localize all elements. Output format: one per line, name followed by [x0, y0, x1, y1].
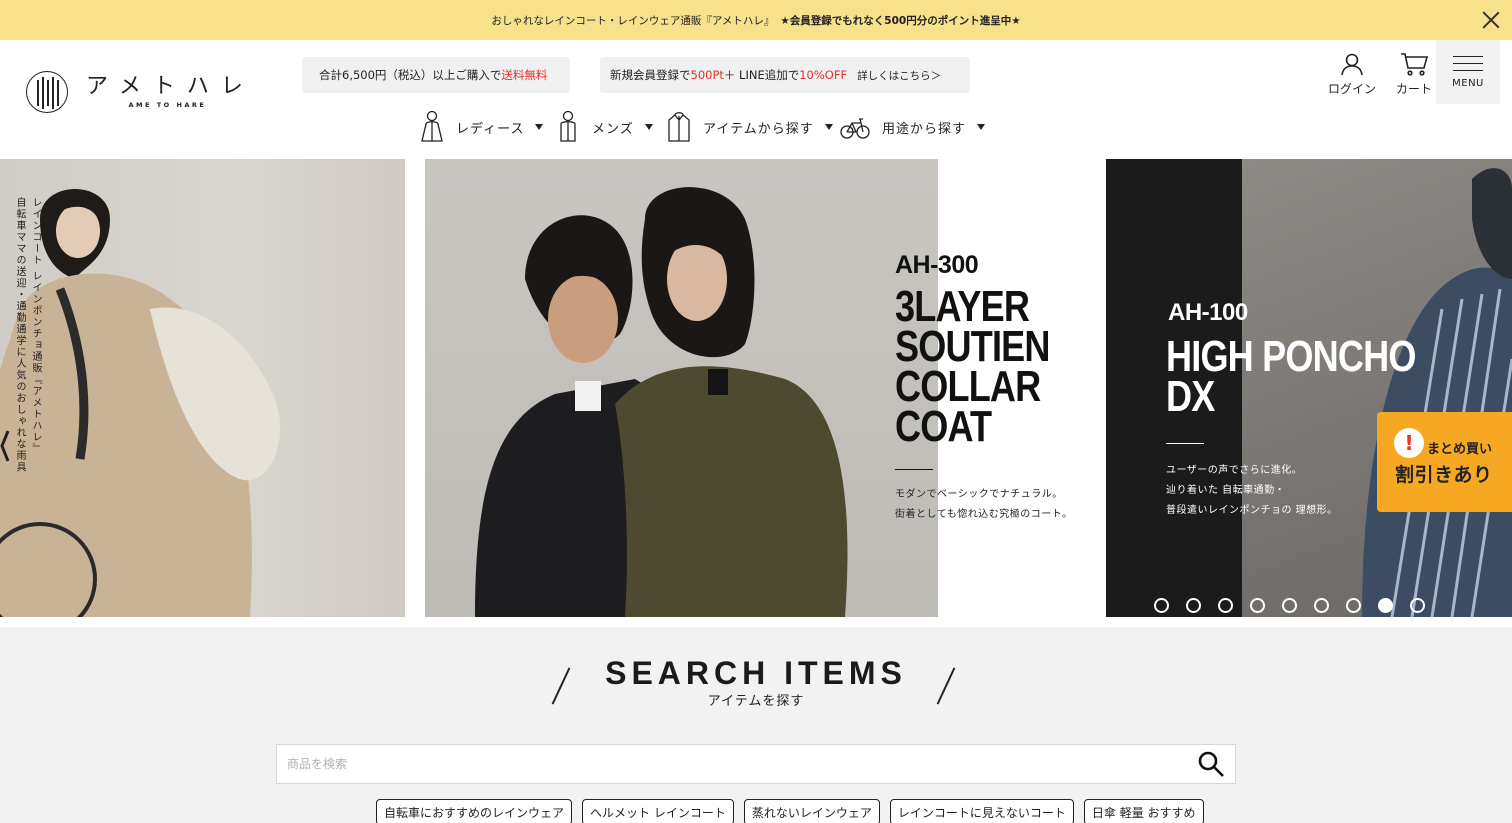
- hero-main-title-line: SOUTIEN: [895, 322, 1050, 371]
- popular-tags: 自転車におすすめのレインウェア ヘルメット レインコート 蒸れないレインウェア …: [376, 799, 1204, 823]
- hero-right-title-line: DX: [1166, 372, 1215, 421]
- logo-en: AME TO HARE: [128, 101, 207, 109]
- nav-mens-label: メンズ: [592, 121, 634, 137]
- bulk-discount-badge[interactable]: ! まとめ買い 割引きあり: [1377, 412, 1512, 512]
- search-icon[interactable]: [1197, 750, 1225, 778]
- member-promo-more-link[interactable]: 詳しくはこちら＞: [857, 68, 941, 83]
- nav-usage[interactable]: 用途から探す: [840, 110, 986, 144]
- hero-main-title-line: 3LAYER: [895, 282, 1030, 331]
- bicycle-icon: [840, 118, 870, 139]
- nav-ladies-label: レディース: [456, 121, 525, 137]
- cart-button[interactable]: カート: [1396, 52, 1432, 97]
- jacket-icon: [668, 112, 690, 142]
- caret-down-icon: [824, 124, 833, 130]
- nav-ladies[interactable]: レディース: [420, 110, 544, 144]
- model-photo-beige: [0, 189, 281, 617]
- hero-main-desc-line: 街着としても惚れ込む究極のコート。: [895, 509, 1073, 520]
- bulk-badge-line1: まとめ買い: [1427, 442, 1493, 457]
- hero-main-code: AH-300: [895, 251, 979, 279]
- member-promo-text-1: 新規会員登録で: [610, 68, 691, 82]
- search-box: [276, 744, 1236, 784]
- site-logo[interactable]: アメトハレ AME TO HARE: [26, 71, 255, 113]
- hero-main-title: 3LAYER SOUTIEN COLLAR COAT: [895, 282, 1050, 451]
- carousel-dot[interactable]: [1410, 598, 1425, 613]
- hero-main-title-line: COAT: [895, 402, 992, 451]
- prev-arrow-icon[interactable]: [0, 429, 10, 463]
- close-icon[interactable]: [1480, 9, 1502, 31]
- hero-right-code: AH-100: [1168, 299, 1248, 326]
- carousel-dot[interactable]: [1250, 598, 1265, 613]
- exclamation-icon: !: [1394, 428, 1424, 458]
- free-shipping-prefix: 合計6,500円（税込）以上ご購入で: [319, 68, 502, 82]
- caret-down-icon: [644, 124, 653, 130]
- hero-carousel[interactable]: レインコート レインポンチョ通販『アメトハレ』 自転車ママの送迎・通勤通学に人気…: [0, 159, 1512, 617]
- cart-label: カート: [1396, 82, 1433, 96]
- search-tag[interactable]: 蒸れないレインウェア: [743, 799, 880, 823]
- hero-main-title-line: COLLAR: [895, 362, 1041, 411]
- hero-right-divider: [1166, 443, 1204, 445]
- search-input[interactable]: [277, 745, 1177, 782]
- free-shipping-highlight: 送料無料: [501, 68, 548, 82]
- caret-down-icon: [535, 124, 544, 130]
- slide-previous[interactable]: レインコート レインポンチョ通販『アメトハレ』 自転車ママの送迎・通勤通学に人気…: [0, 159, 405, 617]
- search-tag[interactable]: ヘルメット レインコート: [582, 799, 734, 823]
- member-promo-discount: 10%OFF: [799, 68, 848, 82]
- search-section-subtitle: アイテムを探す: [707, 694, 805, 709]
- bulk-badge-line2: 割引きあり: [1395, 464, 1493, 486]
- hero-left-copy-2: 自転車ママの送迎・通勤通学に人気のおしゃれな雨具: [14, 197, 25, 473]
- hero-right-desc: ユーザーの声でさらに進化。 辿り着いた 自転車通勤・ 普段遣いレインポンチョの …: [1166, 461, 1338, 521]
- carousel-dot[interactable]: [1186, 598, 1201, 613]
- search-section-title: SEARCH ITEMS: [605, 655, 907, 691]
- announcement-highlight: ★会員登録でもれなく500円分のポイント進呈中★: [780, 14, 1021, 27]
- hero-right-title-line: HIGH PONCHO: [1166, 332, 1416, 381]
- slide-next[interactable]: AH-100 HIGH PONCHO DX ユーザーの声でさらに進化。 辿り着い…: [1106, 159, 1512, 617]
- login-label: ログイン: [1328, 82, 1377, 96]
- member-promo-points: 500Pt: [690, 68, 724, 82]
- menu-label: MENU: [1452, 77, 1484, 89]
- nav-mens[interactable]: メンズ: [556, 110, 653, 144]
- hero-right-desc-line: 辿り着いた 自転車通勤・: [1166, 485, 1286, 496]
- nav-usage-label: 用途から探す: [882, 121, 967, 137]
- hero-left-copy-1: レインコート レインポンチョ通販『アメトハレ』: [30, 197, 41, 455]
- search-tag[interactable]: 日傘 軽量 おすすめ: [1083, 799, 1204, 823]
- search-tag[interactable]: 自転車におすすめのレインウェア: [376, 799, 573, 823]
- ladies-raincoat-icon: [421, 110, 443, 142]
- slide-current[interactable]: AH-300 3LAYER SOUTIEN COLLAR COAT モダンでベー…: [425, 159, 1106, 617]
- carousel-dot[interactable]: [1378, 598, 1393, 613]
- model-photo-coat: [425, 159, 938, 617]
- carousel-dot[interactable]: [1346, 598, 1361, 613]
- nav-items[interactable]: アイテムから探す: [667, 110, 833, 144]
- carousel-dot[interactable]: [1154, 598, 1169, 613]
- login-button[interactable]: ログイン: [1328, 52, 1376, 97]
- user-icon: [1341, 53, 1363, 76]
- hero-right-desc-line: ユーザーの声でさらに進化。: [1166, 465, 1303, 476]
- hero-main-divider: [895, 469, 933, 471]
- logo-mark-icon: [26, 71, 68, 113]
- mens-raincoat-icon: [560, 110, 576, 142]
- caret-down-icon: [977, 124, 986, 130]
- cart-icon: [1401, 53, 1428, 76]
- hero-main-desc: モダンでベーシックでナチュラル。 街着としても惚れ込む究極のコート。: [895, 485, 1073, 525]
- nav-items-label: アイテムから探す: [703, 121, 814, 137]
- carousel-pagination: [1154, 598, 1425, 613]
- hero-main-desc-line: モダンでベーシックでナチュラル。: [895, 489, 1063, 500]
- logo-jp: アメトハレ: [86, 74, 255, 99]
- menu-button[interactable]: MENU: [1436, 40, 1500, 104]
- free-shipping-banner[interactable]: 合計6,500円（税込）以上ご購入で 送料無料: [302, 57, 570, 93]
- hero-right-desc-line: 普段遣いレインポンチョの 理想形。: [1166, 505, 1338, 516]
- carousel-dot[interactable]: [1314, 598, 1329, 613]
- member-promo-text-2: ＋ LINE追加で: [723, 68, 800, 82]
- hamburger-icon: [1453, 55, 1483, 72]
- search-tag[interactable]: レインコートに見えないコート: [889, 799, 1074, 823]
- announcement-bar: おしゃれなレインコート・レインウェア通販『アメトハレ』 ★会員登録でもれなく50…: [0, 0, 1512, 40]
- announcement-text: おしゃれなレインコート・レインウェア通販『アメトハレ』: [491, 14, 775, 27]
- hero-right-title: HIGH PONCHO DX: [1166, 332, 1416, 421]
- carousel-dot[interactable]: [1218, 598, 1233, 613]
- carousel-dot[interactable]: [1282, 598, 1297, 613]
- member-promo-banner[interactable]: 新規会員登録で 500Pt ＋ LINE追加で 10%OFF 詳しくはこちら＞: [600, 57, 970, 93]
